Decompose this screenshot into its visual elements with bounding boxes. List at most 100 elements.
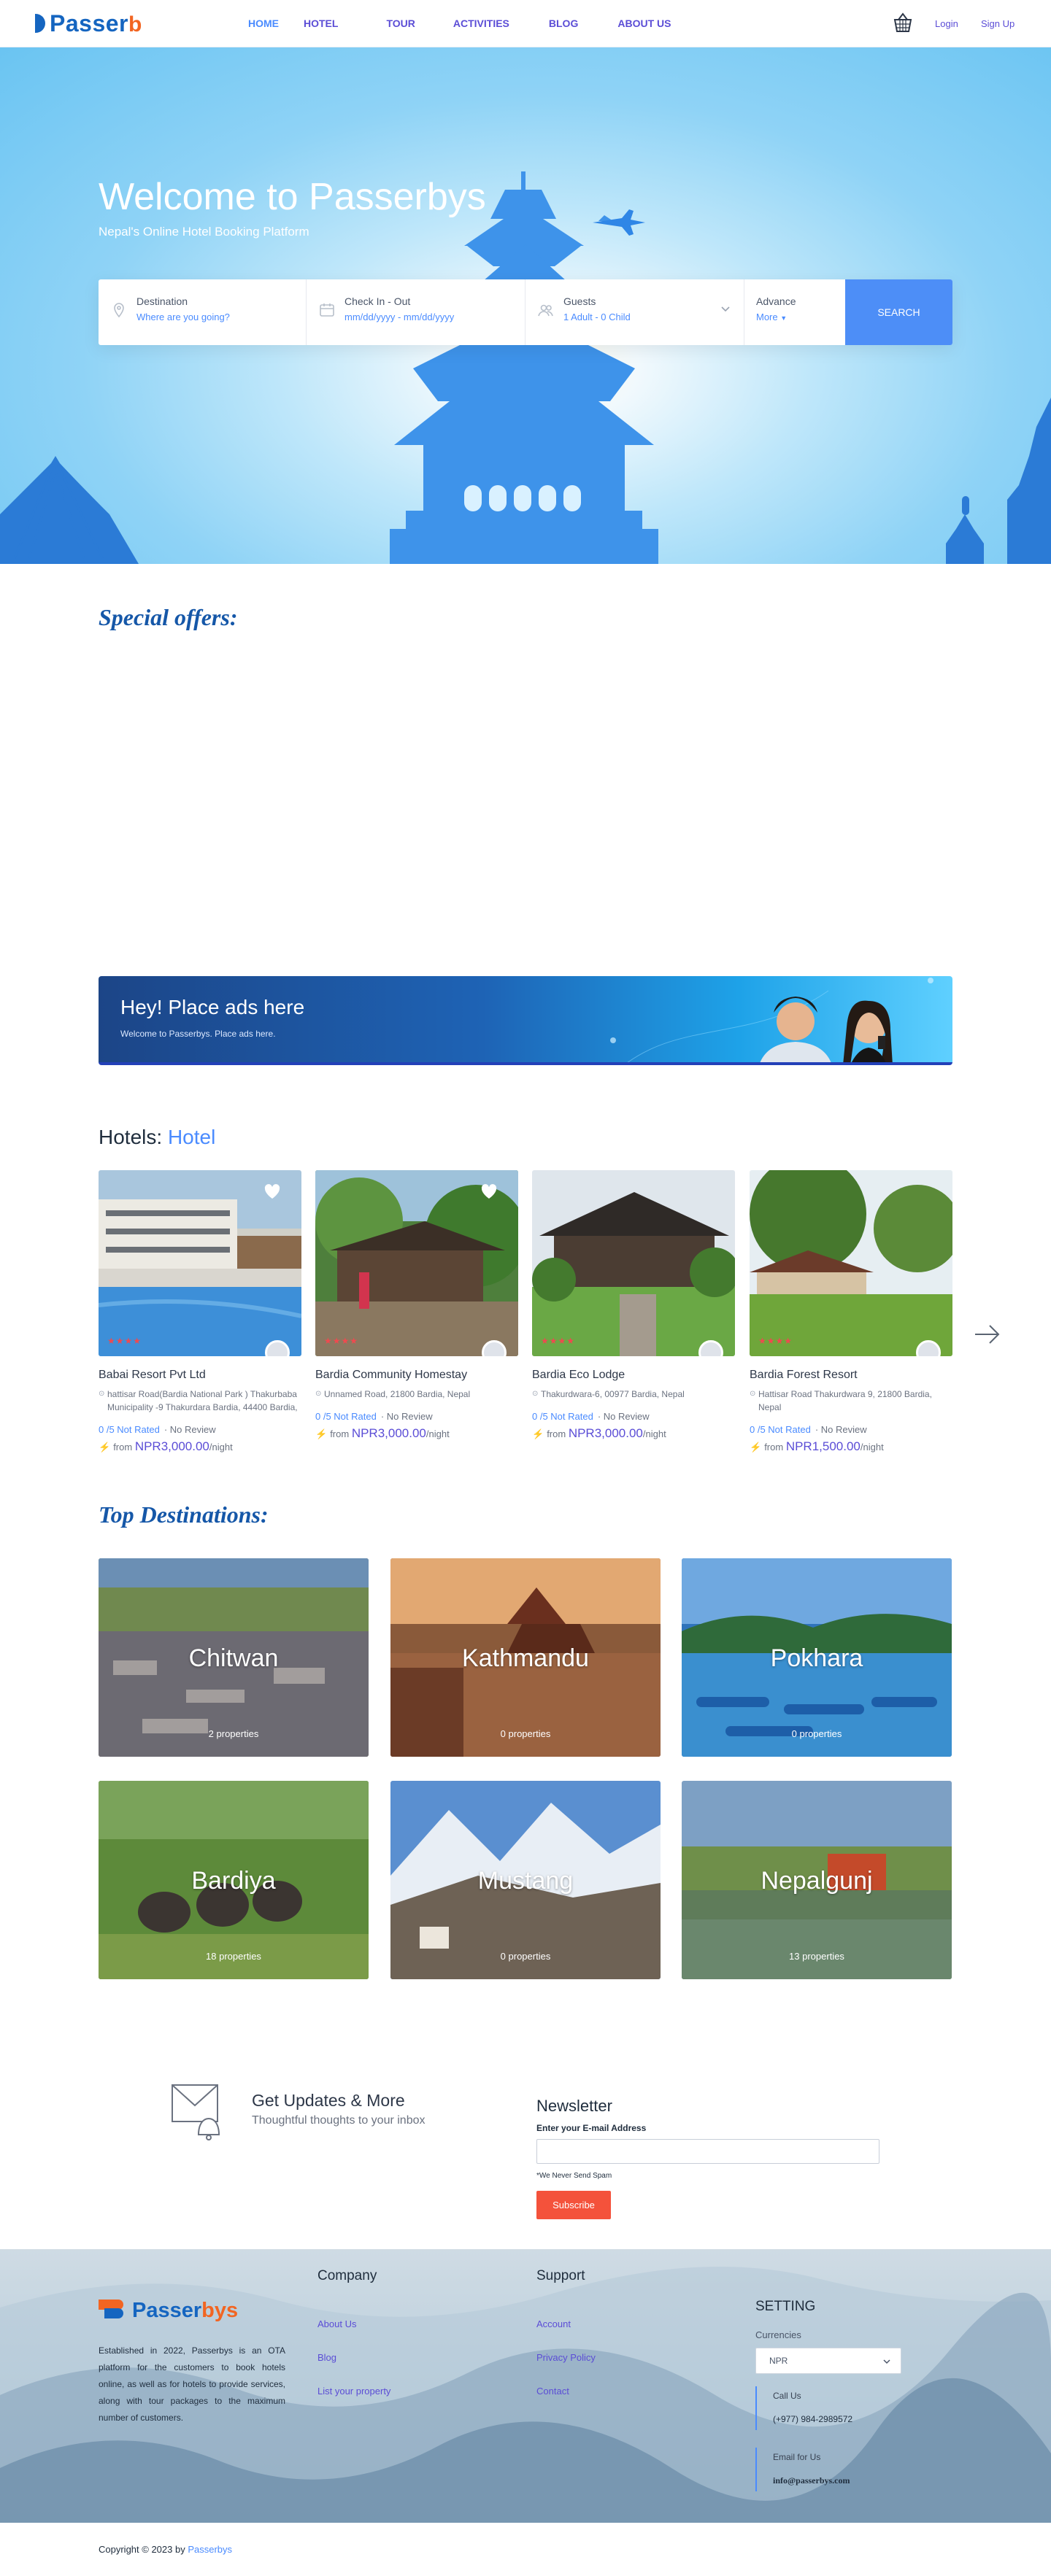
destination-card[interactable]: Bardiya 18 properties <box>99 1781 369 1979</box>
hotel-reviews: · No Review <box>163 1424 216 1435</box>
hotel-name[interactable]: Bardia Community Homestay <box>315 1369 518 1382</box>
arrow-right-icon[interactable] <box>974 1320 1001 1348</box>
special-offers-title: Special offers: <box>99 604 238 630</box>
logo-text-tail: b <box>128 12 142 36</box>
nav-hotel[interactable]: HOTEL <box>304 18 386 29</box>
hotel-photo[interactable]: ★★★★ <box>532 1170 735 1356</box>
login-link[interactable]: Login <box>935 18 958 29</box>
logo-text: Passer <box>50 9 128 36</box>
hotel-rating: 0 /5 Not Rated <box>315 1411 377 1422</box>
dates-value[interactable]: mm/dd/yyyy - mm/dd/yyyy <box>344 312 525 322</box>
copyright-text: Copyright © 2023 by <box>99 2544 185 2555</box>
link-contact[interactable]: Contact <box>536 2386 569 2397</box>
date-range-field[interactable]: Check In - Out mm/dd/yyyy - mm/dd/yyyy <box>307 279 526 345</box>
email-field[interactable] <box>536 2139 879 2164</box>
destination-card[interactable]: Kathmandu 0 properties <box>390 1558 661 1757</box>
email-address[interactable]: info@passerbys.com <box>773 2475 850 2486</box>
hotels-title-highlight: Hotel <box>167 1126 216 1148</box>
price-unit: /night <box>642 1428 666 1439</box>
nav-activities[interactable]: ACTIVITIES <box>453 18 549 29</box>
destination-name: Mustang <box>477 1867 574 1895</box>
copyright-brand-link[interactable]: Passerbys <box>188 2544 232 2555</box>
search-button[interactable]: SEARCH <box>845 279 952 345</box>
hotel-photo[interactable]: ★★★★ <box>750 1170 952 1356</box>
hotel-price: NPR3,000.00 <box>351 1426 426 1440</box>
star-rating-icons: ★★★★ <box>324 1336 359 1346</box>
destination-name: Chitwan <box>188 1644 279 1672</box>
calendar-icon <box>320 303 334 317</box>
link-privacy-policy[interactable]: Privacy Policy <box>536 2352 596 2363</box>
setting-heading: SETTING <box>755 2299 816 2314</box>
hotel-photo[interactable]: ★★★★ <box>315 1170 518 1356</box>
destination-name: Kathmandu <box>462 1644 589 1672</box>
destination-card[interactable]: Pokhara 0 properties <box>682 1558 952 1757</box>
bolt-icon: ⚡ <box>750 1442 762 1453</box>
nav-blog[interactable]: BLOG <box>549 18 617 29</box>
destination-count: 2 properties <box>208 1728 259 1739</box>
destination-name: Nepalgunj <box>761 1867 873 1895</box>
hotel-address: Hattisar Road Thakurdwara 9, 21800 Bardi… <box>750 1388 952 1414</box>
destination-count: 0 properties <box>500 1728 551 1739</box>
nav-home[interactable]: HOME <box>248 18 304 29</box>
hotel-card[interactable]: ★★★★ Babai Resort Pvt Ltd hattisar Road(… <box>99 1170 301 1454</box>
hotel-name[interactable]: Bardia Eco Lodge <box>532 1369 735 1382</box>
hotels-section-title: Hotels: Hotel <box>99 1126 215 1149</box>
brand-logo[interactable]: Passerb <box>35 7 142 39</box>
hotel-name[interactable]: Bardia Forest Resort <box>750 1369 952 1382</box>
advance-more-link[interactable]: More <box>756 312 778 322</box>
guests-value[interactable]: 1 Adult - 0 Child <box>563 312 744 322</box>
signup-link[interactable]: Sign Up <box>981 18 1015 29</box>
link-about-us[interactable]: About Us <box>317 2318 356 2329</box>
phone-number[interactable]: (+977) 984-2989572 <box>773 2414 852 2424</box>
star-rating-icons: ★★★★ <box>107 1336 142 1346</box>
subscribe-button[interactable]: Subscribe <box>536 2191 611 2219</box>
footer-logo-text-tail: bys <box>201 2299 239 2322</box>
bolt-icon: ⚡ <box>99 1442 111 1453</box>
favorite-heart-icon[interactable] <box>480 1183 498 1199</box>
destination-card[interactable]: Mustang 0 properties <box>390 1781 661 1979</box>
star-rating-icons: ★★★★ <box>541 1336 576 1346</box>
caret-down-icon: ▼ <box>780 314 788 322</box>
nav-tour[interactable]: TOUR <box>386 18 453 29</box>
destination-card[interactable]: Chitwan 2 properties <box>99 1558 369 1757</box>
logo-mark-icon <box>99 2299 128 2323</box>
hotel-card[interactable]: ★★★★ Bardia Forest Resort Hattisar Road … <box>750 1170 952 1454</box>
hotel-name[interactable]: Babai Resort Pvt Ltd <box>99 1369 301 1382</box>
destination-field[interactable]: Destination Where are you going? <box>99 279 307 345</box>
hero-title: Welcome to Passerbys <box>99 176 486 218</box>
chevron-down-icon <box>883 2359 890 2364</box>
chevron-down-icon[interactable] <box>720 306 731 313</box>
price-from: from <box>330 1428 350 1439</box>
hotel-photo[interactable]: ★★★★ <box>99 1170 301 1356</box>
footer-description: Established in 2022, Passerbys is an OTA… <box>99 2345 285 2423</box>
bolt-icon: ⚡ <box>315 1428 328 1439</box>
hotel-photo-image <box>750 1170 952 1356</box>
logo-mark-icon <box>35 14 45 33</box>
ad-text: Welcome to Passerbys. Place ads here. <box>120 1029 276 1039</box>
link-account[interactable]: Account <box>536 2318 571 2329</box>
hotel-card[interactable]: ★★★★ Bardia Eco Lodge Thakurdwara-6, 009… <box>532 1170 735 1441</box>
advance-field[interactable]: Advance More ▼ <box>744 279 845 345</box>
destination-card[interactable]: Nepalgunj 13 properties <box>682 1781 952 1979</box>
footer-logo[interactable]: Passer bys <box>99 2299 238 2323</box>
destination-label: Destination <box>136 295 188 307</box>
guests-field[interactable]: Guests 1 Adult - 0 Child <box>526 279 744 345</box>
favorite-heart-icon[interactable] <box>263 1183 281 1199</box>
hotel-address: hattisar Road(Bardia National Park ) Tha… <box>99 1388 301 1414</box>
destination-name: Bardiya <box>191 1867 276 1895</box>
email-us-label: Email for Us <box>773 2452 821 2462</box>
currency-select[interactable]: NPR <box>755 2348 901 2374</box>
email-label: Enter your E-mail Address <box>536 2123 647 2133</box>
hotel-card[interactable]: ★★★★ Bardia Community Homestay Unnamed R… <box>315 1170 518 1441</box>
basket-icon[interactable] <box>893 12 913 34</box>
no-spam-note: *We Never Send Spam <box>536 2172 612 2180</box>
link-list-property[interactable]: List your property <box>317 2386 390 2397</box>
hero-banner: Welcome to Passerbys Nepal's Online Hote… <box>0 47 1051 564</box>
link-blog[interactable]: Blog <box>317 2352 336 2363</box>
destination-count: 18 properties <box>206 1951 261 1962</box>
ad-banner[interactable]: Hey! Place ads here Welcome to Passerbys… <box>99 976 952 1065</box>
nav-about-us[interactable]: ABOUT US <box>617 18 696 29</box>
price-from: from <box>113 1442 133 1453</box>
destination-value[interactable]: Where are you going? <box>136 312 306 322</box>
guests-label: Guests <box>563 295 596 307</box>
